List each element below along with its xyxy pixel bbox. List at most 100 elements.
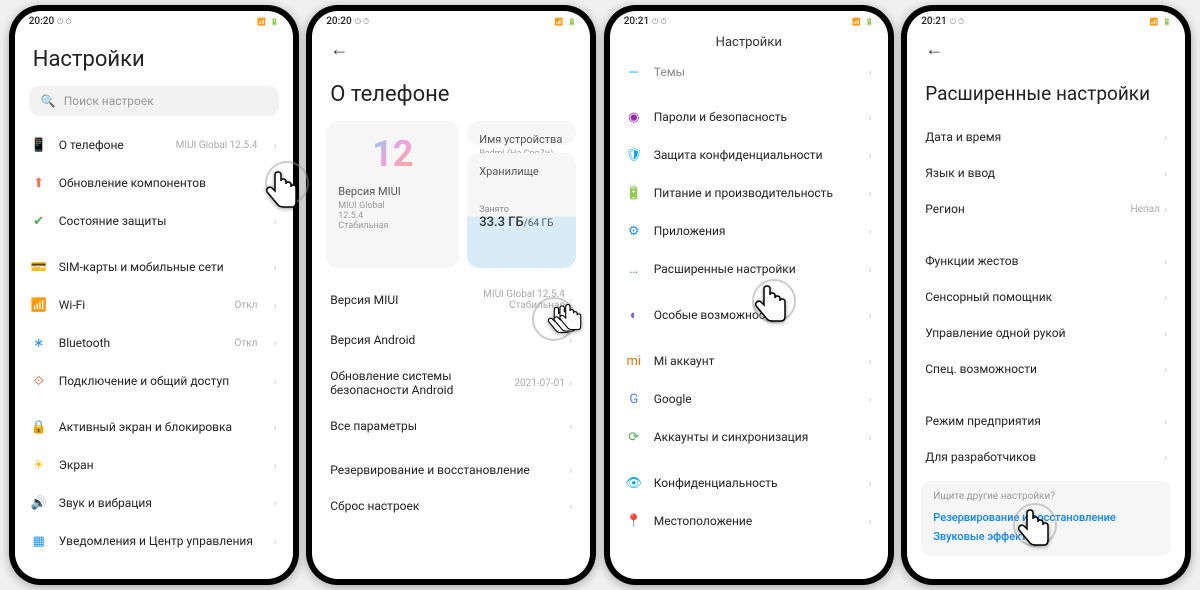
list-item[interactable]: Для разработчиков › (907, 439, 1185, 475)
list-item[interactable]: Дата и время › (907, 119, 1185, 155)
row-value: MIUI Global 12.5.4 (176, 140, 258, 151)
phone-frame-4: 20:21⏻ ⏱ 📶🔋 ← Расширенные настройки Дата… (901, 5, 1191, 585)
phone-frame-3: 20:21⏻ ⏱ 📶🔋 Настройки ─ Темы › ◉ Пароли … (604, 5, 894, 585)
row-icon: ◉ (626, 109, 642, 125)
list-item[interactable]: ▦ Уведомления и Центр управления › (15, 522, 293, 560)
chevron-right-icon: › (1164, 363, 1167, 376)
row-label: Экран (59, 458, 262, 472)
list-item[interactable]: 🔋 Питание и производительность › (610, 174, 888, 212)
row-value: Откл (235, 300, 258, 311)
list-item[interactable]: 🔊 Звук и вибрация › (15, 484, 293, 522)
chevron-right-icon: › (868, 111, 871, 124)
list-item[interactable]: 📱 О телефоне MIUI Global 12.5.4 › (15, 126, 293, 164)
list-item[interactable]: 📶 Wi-Fi Откл › (15, 286, 293, 324)
status-time: 20:21 (624, 16, 649, 27)
row-icon: 🛡 (626, 147, 642, 163)
device-name-card[interactable]: Имя устройства Redmi (На СвяZи) (467, 121, 576, 145)
list-item[interactable]: Сброс настроек › (312, 488, 590, 524)
chevron-right-icon: › (868, 477, 871, 490)
chevron-right-icon: › (273, 535, 276, 548)
back-button[interactable]: ← (324, 35, 354, 64)
status-time: 20:20 (326, 16, 351, 27)
list-item[interactable]: ☀ Экран › (15, 446, 293, 484)
chevron-right-icon: › (868, 225, 871, 238)
list-item[interactable]: 👁 Конфиденциальность › (610, 464, 888, 502)
row-icon: ◐ (626, 307, 642, 323)
list-item[interactable]: Управление одной рукой › (907, 315, 1185, 351)
row-label: Местоположение (654, 514, 857, 528)
row-label: Звук и вибрация (59, 496, 262, 510)
storage-card[interactable]: Хранилище Занято 33.3 ГБ/64 ГБ (467, 153, 576, 268)
search-placeholder: Поиск настроек (64, 94, 154, 108)
list-item-partial[interactable]: ─ Темы › (610, 60, 888, 90)
list-item[interactable]: ⬆ Обновление компонентов › (15, 164, 293, 202)
list-item[interactable]: Регион Непал › (907, 191, 1185, 227)
list-item[interactable]: ◐ Особые возможности › (610, 296, 888, 334)
miui-version-card[interactable]: 12 Версия MIUI MIUI Global 12.5.4 Стабил… (326, 121, 459, 268)
list-item[interactable]: ⚙ Приложения › (610, 212, 888, 250)
list-item[interactable]: 💳 SIM-карты и мобильные сети › (15, 248, 293, 286)
row-label: Уведомления и Центр управления (59, 534, 262, 548)
row-icon: ✔ (31, 213, 47, 229)
list-item[interactable]: 📍 Местоположение › (610, 502, 888, 540)
row-label: Режим предприятия (925, 414, 1164, 428)
list-item[interactable]: 🛡 Защита конфиденциальности › (610, 136, 888, 174)
chevron-right-icon: › (868, 187, 871, 200)
row-label: Язык и ввод (925, 166, 1164, 180)
row-icon: mi (626, 353, 642, 369)
list-item[interactable]: Все параметры › (312, 408, 590, 444)
row-icon: 📱 (31, 137, 47, 153)
list-item[interactable]: Функции жестов › (907, 243, 1185, 279)
row-icon: 👁 (626, 475, 642, 491)
chevron-right-icon: › (569, 377, 572, 390)
row-label: Питание и производительность (654, 186, 857, 200)
chevron-right-icon: › (868, 431, 871, 444)
list-item[interactable]: Язык и ввод › (907, 155, 1185, 191)
chevron-right-icon: › (569, 420, 572, 433)
chevron-right-icon: › (868, 393, 871, 406)
list-item[interactable]: Резервирование и восстановление › (312, 452, 590, 488)
list-item[interactable]: Спец. возможности › (907, 351, 1185, 387)
chevron-right-icon: › (868, 309, 871, 322)
search-input[interactable]: 🔍 Поиск настроек (29, 86, 279, 116)
chevron-right-icon: › (273, 299, 276, 312)
list-item[interactable]: ◉ Пароли и безопасность › (610, 98, 888, 136)
screen-1: 20:20⏻ ⏱ 📶🔋 Настройки 🔍 Поиск настроек 📱… (15, 11, 293, 579)
chevron-right-icon: › (868, 515, 871, 528)
page-title: О телефоне (312, 64, 590, 121)
row-icon: 📍 (626, 513, 642, 529)
card-title: Хранилище (479, 165, 564, 178)
chevron-right-icon: › (1164, 255, 1167, 268)
row-label: Wi-Fi (59, 298, 223, 312)
chevron-right-icon: › (273, 215, 276, 228)
storage-used: 33.3 ГБ (479, 215, 523, 230)
list-item[interactable]: ✔ Состояние защиты › (15, 202, 293, 240)
card-title: Имя устройства (479, 133, 564, 146)
list-item[interactable]: ⟳ Аккаунты и синхронизация › (610, 418, 888, 456)
miui-logo: 12 (372, 133, 413, 175)
row-icon: ☀ (31, 457, 47, 473)
back-button[interactable]: ← (919, 35, 949, 64)
chevron-right-icon: › (273, 459, 276, 472)
storage-total: /64 ГБ (524, 218, 554, 229)
row-label: Состояние защиты (59, 214, 262, 228)
phone-frame-1: 20:20⏻ ⏱ 📶🔋 Настройки 🔍 Поиск настроек 📱… (9, 5, 299, 585)
status-time: 20:21 (921, 16, 946, 27)
row-label: Дата и время (925, 130, 1164, 144)
list-item[interactable]: ⟐ Подключение и общий доступ › (15, 362, 293, 400)
card-sub: MIUI Global (338, 201, 447, 211)
list-item[interactable]: Режим предприятия › (907, 403, 1185, 439)
list-item[interactable]: 🔒 Активный экран и блокировка › (15, 408, 293, 446)
status-bar: 20:20⏻ ⏱ 📶🔋 (312, 11, 590, 29)
chevron-right-icon: › (868, 149, 871, 162)
status-time: 20:20 (29, 16, 54, 27)
chevron-right-icon: › (569, 334, 572, 347)
list-item[interactable]: … Расширенные настройки › (610, 250, 888, 288)
row-label: Функции жестов (925, 254, 1164, 268)
list-item[interactable]: G Google › (610, 380, 888, 418)
list-item[interactable]: ∗ Bluetooth Откл › (15, 324, 293, 362)
list-item[interactable]: Сенсорный помощник › (907, 279, 1185, 315)
list-item[interactable]: mi Mi аккаунт › (610, 342, 888, 380)
list-item[interactable]: Обновление системы безопасности Android … (312, 358, 590, 408)
row-icon: ▦ (31, 533, 47, 549)
